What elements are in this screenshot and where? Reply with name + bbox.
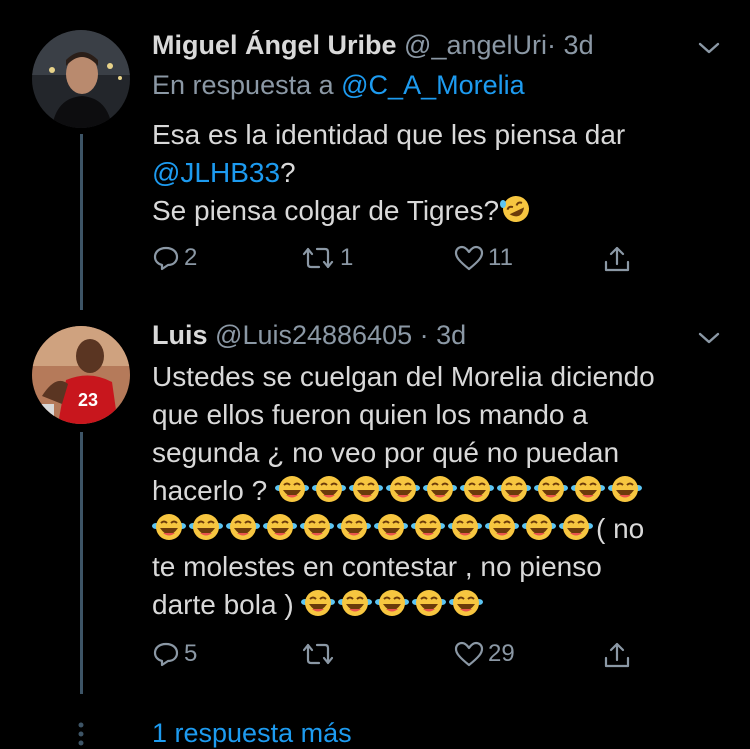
face-with-tears-of-joy-emoji: [375, 590, 410, 616]
face-with-tears-of-joy-emoji: [448, 514, 482, 540]
face-with-tears-of-joy-emoji: [374, 514, 408, 540]
avatar[interactable]: [32, 30, 130, 128]
tweet-text-fragment: hacerlo ?: [152, 475, 268, 506]
retweet-button[interactable]: 1: [300, 244, 353, 272]
tweet-header: Luis @Luis24886405 · 3d: [152, 318, 466, 352]
reply-icon: [153, 642, 179, 667]
face-with-tears-of-joy-emoji: [385, 476, 420, 502]
more-replies-link[interactable]: 1 respuesta más: [152, 718, 352, 749]
reply-button[interactable]: 2: [152, 244, 197, 272]
face-with-tears-of-joy-emoji: [301, 590, 336, 616]
face-with-tears-of-joy-emoji: [226, 514, 260, 540]
face-with-tears-of-joy-emoji: [337, 514, 371, 540]
share-icon: [604, 642, 630, 668]
face-with-tears-of-joy-emoji: [300, 514, 334, 540]
retweet-icon: [302, 643, 334, 665]
face-with-tears-of-joy-emoji: [311, 476, 346, 502]
tweet-text-line: @JLHB33?: [152, 154, 722, 192]
chevron-down-icon[interactable]: [696, 328, 722, 348]
reply-button[interactable]: 5: [152, 640, 197, 668]
heart-icon: [454, 641, 484, 667]
face-with-tears-of-joy-emoji: [496, 476, 531, 502]
tweet-text-line: que ellos fueron quien los mando a: [152, 399, 588, 430]
tweet-header: Miguel Ángel Uribe @_angelUri· 3d: [152, 28, 594, 62]
display-name[interactable]: Luis: [152, 320, 208, 350]
face-with-tears-of-joy-emoji: [459, 476, 494, 502]
tweet-text: Ustedes se cuelgan del Morelia diciendo …: [152, 358, 722, 624]
tweet-text-line: ( no: [152, 510, 722, 548]
svg-text:23: 23: [78, 390, 98, 410]
face-with-tears-of-joy-emoji: [449, 590, 484, 616]
reply-prefix: En respuesta a: [152, 70, 334, 100]
face-with-tears-of-joy-emoji: [348, 476, 383, 502]
face-with-tears-of-joy-emoji: [570, 476, 605, 502]
heart-icon: [454, 245, 484, 271]
share-button[interactable]: [602, 244, 632, 274]
tweet-text-line: segunda ¿ no veo por qué no puedan: [152, 437, 620, 468]
tweet-actions: 2 1 11: [152, 244, 652, 284]
share-button[interactable]: [602, 640, 632, 670]
tweet-text-line: te molestes en contestar , no pienso: [152, 551, 602, 582]
face-with-tears-of-joy-emoji: [412, 590, 447, 616]
like-count: 29: [488, 640, 515, 667]
retweet-button[interactable]: [300, 640, 340, 668]
display-name[interactable]: Miguel Ángel Uribe: [152, 30, 397, 60]
user-handle[interactable]: @_angelUri: [404, 30, 547, 60]
face-with-tears-of-joy-emoji: [522, 514, 556, 540]
face-with-tears-of-joy-emoji: [559, 514, 593, 540]
tweet-text-line: darte bola ): [152, 586, 722, 624]
share-icon: [604, 246, 630, 272]
tweet-actions: 5 29: [152, 640, 652, 680]
reply-count: 2: [184, 244, 198, 271]
retweet-icon: [302, 247, 334, 269]
face-with-tears-of-joy-emoji: [607, 476, 642, 502]
tweet-text-line: Ustedes se cuelgan del Morelia diciendo: [152, 361, 655, 392]
rolling-on-floor-laughing-emoji: [500, 196, 530, 222]
tweet-text-fragment: ( no: [596, 513, 645, 544]
retweet-count: 1: [340, 244, 354, 271]
face-with-tears-of-joy-emoji: [274, 476, 309, 502]
timestamp[interactable]: 3d: [564, 30, 594, 60]
reply-count: 5: [184, 640, 198, 667]
tweet-text-line: hacerlo ?: [152, 472, 722, 510]
like-count: 11: [488, 244, 513, 271]
face-with-tears-of-joy-emoji: [263, 514, 297, 540]
reply-context: En respuesta a @C_A_Morelia: [152, 68, 525, 102]
thread-line-top: [80, 134, 83, 310]
tweet-text-line: Esa es la identidad que les piensa dar: [152, 119, 626, 150]
more-dots-icon: [78, 722, 84, 746]
thread-line-bottom: [80, 432, 83, 694]
tweet-text-line: Se piensa colgar de Tigres?: [152, 192, 722, 230]
timestamp[interactable]: 3d: [436, 320, 466, 350]
mention-link[interactable]: @JLHB33: [152, 157, 280, 188]
face-with-tears-of-joy-emoji: [411, 514, 445, 540]
reply-to-link[interactable]: @C_A_Morelia: [341, 70, 524, 100]
face-with-tears-of-joy-emoji: [189, 514, 223, 540]
face-with-tears-of-joy-emoji: [485, 514, 519, 540]
face-with-tears-of-joy-emoji: [152, 514, 186, 540]
separator-dot: ·: [547, 30, 557, 60]
face-with-tears-of-joy-emoji: [338, 590, 373, 616]
reply-icon: [153, 246, 179, 271]
like-button[interactable]: 29: [454, 640, 515, 668]
tweet-text-fragment: darte bola ): [152, 589, 294, 620]
face-with-tears-of-joy-emoji: [533, 476, 568, 502]
face-with-tears-of-joy-emoji: [422, 476, 457, 502]
like-button[interactable]: 11: [454, 244, 513, 272]
avatar[interactable]: 23: [32, 326, 130, 424]
tweet-text-fragment: ?: [280, 157, 296, 188]
separator-dot: ·: [419, 320, 429, 350]
tweet-text: Esa es la identidad que les piensa dar @…: [152, 116, 722, 230]
chevron-down-icon[interactable]: [696, 38, 722, 58]
tweet-text-fragment: Se piensa colgar de Tigres?: [152, 195, 500, 226]
user-handle[interactable]: @Luis24886405: [215, 320, 412, 350]
